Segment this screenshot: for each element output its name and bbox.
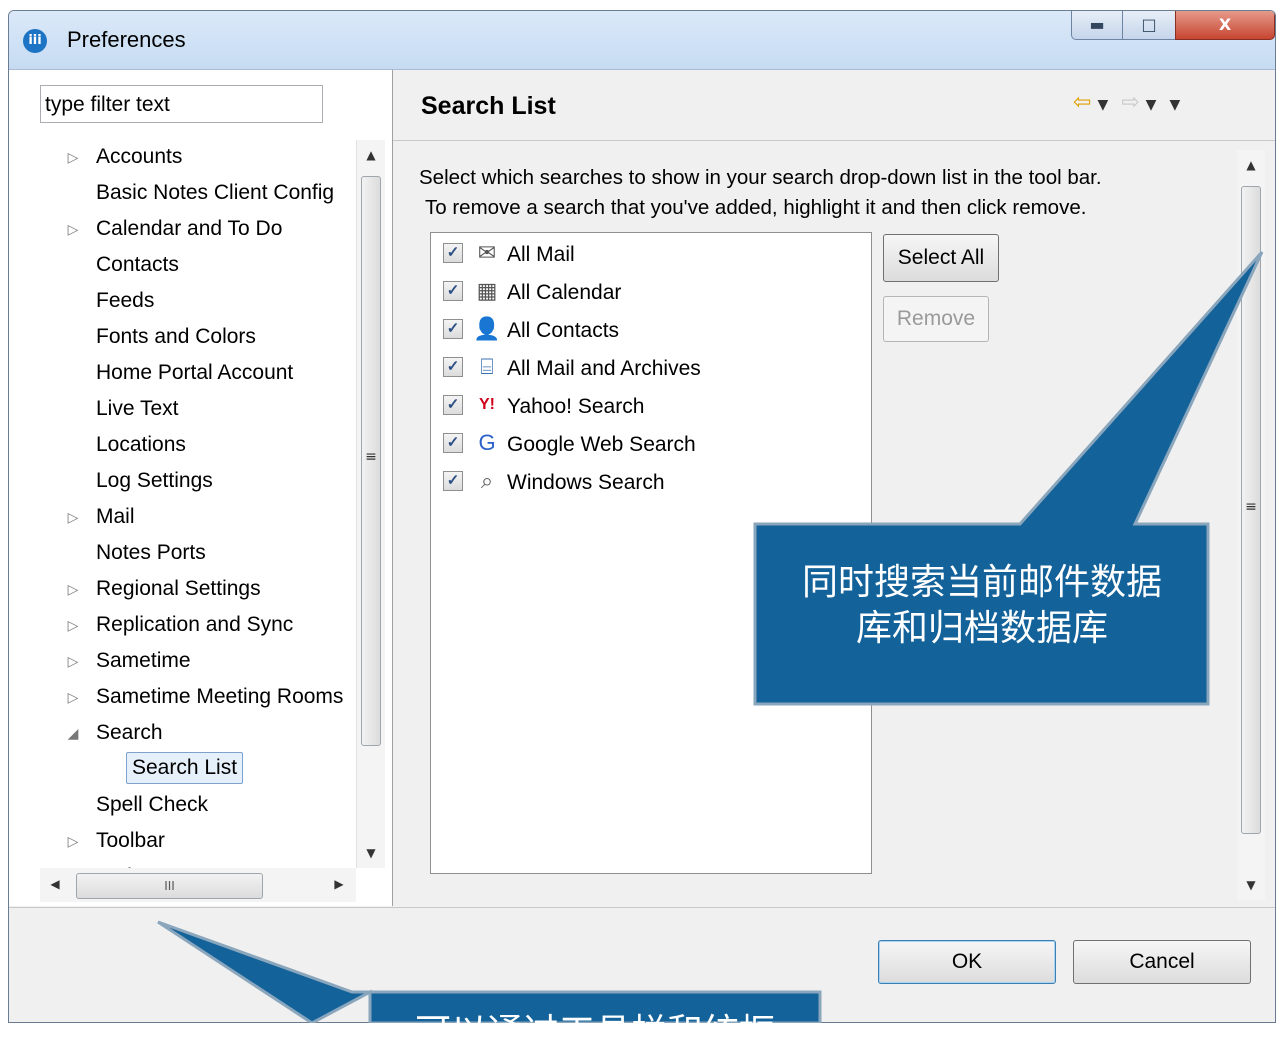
callout-top-text: 同时搜索当前邮件数据 库和归档数据库 xyxy=(760,560,1204,652)
callout-top-line-1: 同时搜索当前邮件数据 xyxy=(801,562,1162,603)
callout-overlays xyxy=(157,251,1264,1023)
callout-bottom-shape xyxy=(157,920,822,1023)
callout-bottom-text: 可以通过工具栏和统框 xyxy=(414,1012,775,1053)
callout-top-line-2: 库和归档数据库 xyxy=(855,608,1108,649)
